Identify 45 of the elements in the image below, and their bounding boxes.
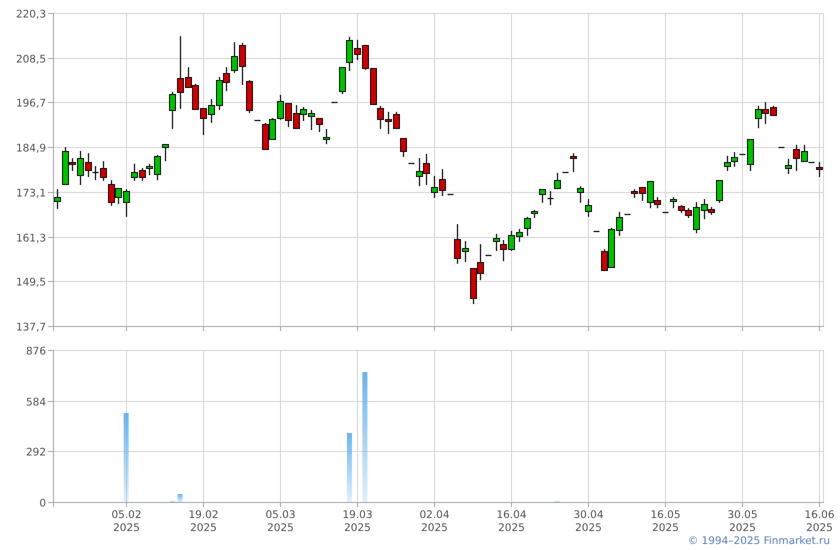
axis-label: 208,5 — [16, 54, 46, 66]
volume-bar — [346, 432, 352, 502]
candlestick — [662, 212, 668, 214]
axis-label: 584 — [26, 396, 46, 408]
candlestick — [554, 172, 561, 190]
candlestick — [448, 194, 454, 196]
axis-label: 149,5 — [16, 276, 46, 288]
candlestick — [539, 189, 546, 203]
axis-label: 196,7 — [16, 98, 46, 110]
axis-label: 173,1 — [16, 188, 46, 200]
axis-label: 30.05 2025 — [727, 509, 758, 534]
copyright-link[interactable]: © 1994–2025 Finmarket.ru — [688, 535, 830, 547]
candlestick — [570, 153, 577, 172]
candlestick — [54, 189, 61, 209]
candlestick — [716, 180, 723, 203]
axis-label: 16.04 2025 — [496, 509, 527, 534]
axis-label: 137,7 — [16, 322, 46, 334]
candlestick — [400, 138, 407, 157]
axis-label: 05.02 2025 — [111, 509, 142, 534]
axis-label: 16.05 2025 — [650, 509, 681, 534]
axis-label: 220,3 — [16, 8, 46, 20]
axis-label: 30.04 2025 — [573, 509, 604, 534]
candlestick — [254, 120, 260, 122]
candlestick — [740, 154, 746, 156]
axis-label: 292 — [26, 446, 46, 458]
candlestick — [562, 172, 568, 174]
axis-label: 19.03 2025 — [342, 509, 373, 534]
candlestick — [332, 102, 338, 104]
axis-label: 05.03 2025 — [265, 509, 296, 534]
candlestick — [594, 230, 600, 232]
axis-label: 184,9 — [16, 142, 46, 154]
axis-label: 19.02 2025 — [188, 509, 219, 534]
candlestick — [778, 146, 784, 148]
axis-label: 0 — [39, 498, 46, 510]
candlestick — [548, 191, 554, 206]
axis-label: 876 — [26, 346, 46, 358]
candlestick — [624, 214, 630, 216]
axis-label: 16.06 2025 — [804, 509, 835, 534]
candlestick — [747, 139, 754, 172]
volume-bar — [178, 494, 183, 502]
candlestick — [486, 254, 492, 256]
axis-label: 161,3 — [16, 232, 46, 244]
candlestick — [408, 162, 414, 164]
candlestick — [816, 162, 823, 178]
axis-label: 02.04 2025 — [419, 509, 450, 534]
